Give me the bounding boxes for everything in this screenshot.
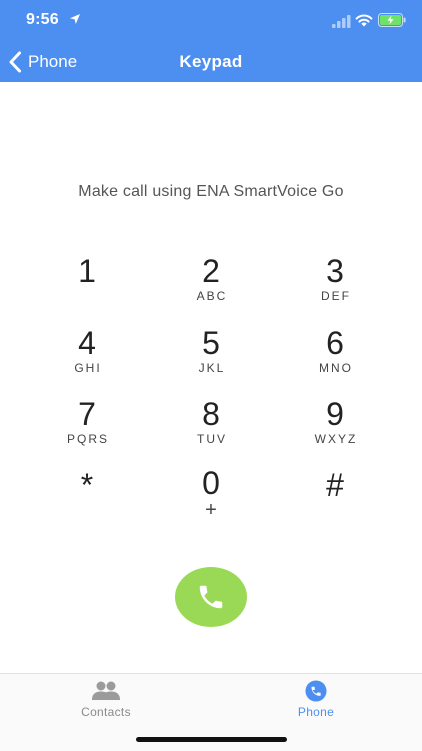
key-digit: 5 xyxy=(202,325,220,361)
key-letters: DEF xyxy=(321,289,351,303)
phone-handset-icon xyxy=(199,585,223,609)
tab-phone[interactable]: Phone xyxy=(256,680,376,719)
key-digit: 6 xyxy=(326,325,344,361)
key-digit: 7 xyxy=(78,396,96,432)
key-digit: # xyxy=(326,467,344,503)
key-6[interactable]: 6 MNO xyxy=(280,326,390,392)
key-digit: 8 xyxy=(202,396,220,432)
key-letters: JKL xyxy=(198,361,226,375)
key-hash[interactable]: # xyxy=(280,468,390,534)
location-arrow-icon xyxy=(70,14,80,24)
key-4[interactable]: 4 GHI xyxy=(32,326,142,392)
key-digit: * xyxy=(80,467,94,503)
status-bar: 9:56 xyxy=(0,0,422,42)
key-3[interactable]: 3 DEF xyxy=(280,254,390,320)
key-star[interactable]: * xyxy=(32,468,142,534)
home-indicator xyxy=(136,737,287,742)
key-digit: 2 xyxy=(202,253,220,289)
key-digit: 3 xyxy=(326,253,344,289)
key-5[interactable]: 5 JKL xyxy=(156,326,266,392)
tab-label: Contacts xyxy=(81,705,131,719)
key-digit: 4 xyxy=(78,325,96,361)
key-letters: PQRS xyxy=(66,432,109,446)
key-letters: ABC xyxy=(196,289,228,303)
contacts-people-icon xyxy=(92,681,120,700)
cellular-signal-icon xyxy=(332,15,351,28)
key-letters: GHI xyxy=(74,361,102,375)
key-1[interactable]: 1 xyxy=(32,254,142,320)
call-prompt-text: Make call using ENA SmartVoice Go xyxy=(78,183,344,200)
key-digit: 1 xyxy=(78,253,96,289)
status-time: 9:56 xyxy=(26,11,59,28)
wifi-icon xyxy=(355,14,373,27)
battery-charging-icon xyxy=(378,13,406,27)
key-2[interactable]: 2 ABC xyxy=(156,254,266,320)
key-8[interactable]: 8 TUV xyxy=(156,397,266,463)
tab-label: Phone xyxy=(297,705,335,719)
phone-circle-icon xyxy=(305,680,327,702)
key-letters: MNO xyxy=(319,361,353,375)
key-letters: + xyxy=(205,499,217,521)
key-7[interactable]: 7 PQRS xyxy=(32,397,142,463)
tab-contacts[interactable]: Contacts xyxy=(46,680,166,719)
key-letters: WXYZ xyxy=(314,432,358,446)
key-0[interactable]: 0 + xyxy=(156,466,266,532)
key-9[interactable]: 9 WXYZ xyxy=(280,397,390,463)
call-button[interactable] xyxy=(175,567,247,627)
key-digit: 0 xyxy=(202,465,220,501)
nav-bar: Phone Keypad xyxy=(0,42,422,82)
key-letters: TUV xyxy=(197,432,227,446)
key-digit: 9 xyxy=(326,396,344,432)
page-title: Keypad xyxy=(179,52,243,71)
